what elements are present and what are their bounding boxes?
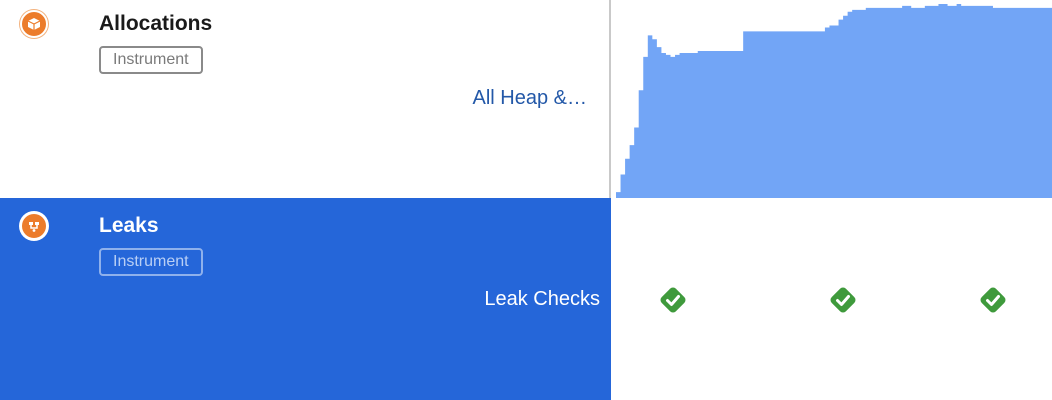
instrument-badge: Instrument (99, 46, 203, 74)
detail-selector[interactable]: All Heap &… (473, 87, 588, 110)
allocations-track-header[interactable]: Allocations Instrument All Heap &… (0, 0, 611, 200)
leaks-track-header[interactable]: Leaks Instrument Leak Checks (0, 198, 611, 400)
leaks-graph[interactable] (613, 198, 1052, 400)
checkmark-diamond-icon[interactable] (978, 285, 1008, 315)
allocations-area (616, 3, 1052, 198)
instrument-badge: Instrument (99, 248, 203, 276)
track-title: Leaks (99, 214, 159, 237)
track-title: Allocations (99, 12, 213, 35)
detail-selector[interactable]: Leak Checks (484, 288, 600, 311)
allocations-graph[interactable] (613, 0, 1052, 200)
leaks-track-row[interactable]: Leaks Instrument Leak Checks (0, 198, 1052, 400)
allocations-track-row[interactable]: Allocations Instrument All Heap &… (0, 0, 1052, 200)
allocations-cube-icon (20, 10, 48, 38)
leaks-icon (20, 212, 48, 240)
checkmark-diamond-icon[interactable] (658, 285, 688, 315)
checkmark-diamond-icon[interactable] (828, 285, 858, 315)
